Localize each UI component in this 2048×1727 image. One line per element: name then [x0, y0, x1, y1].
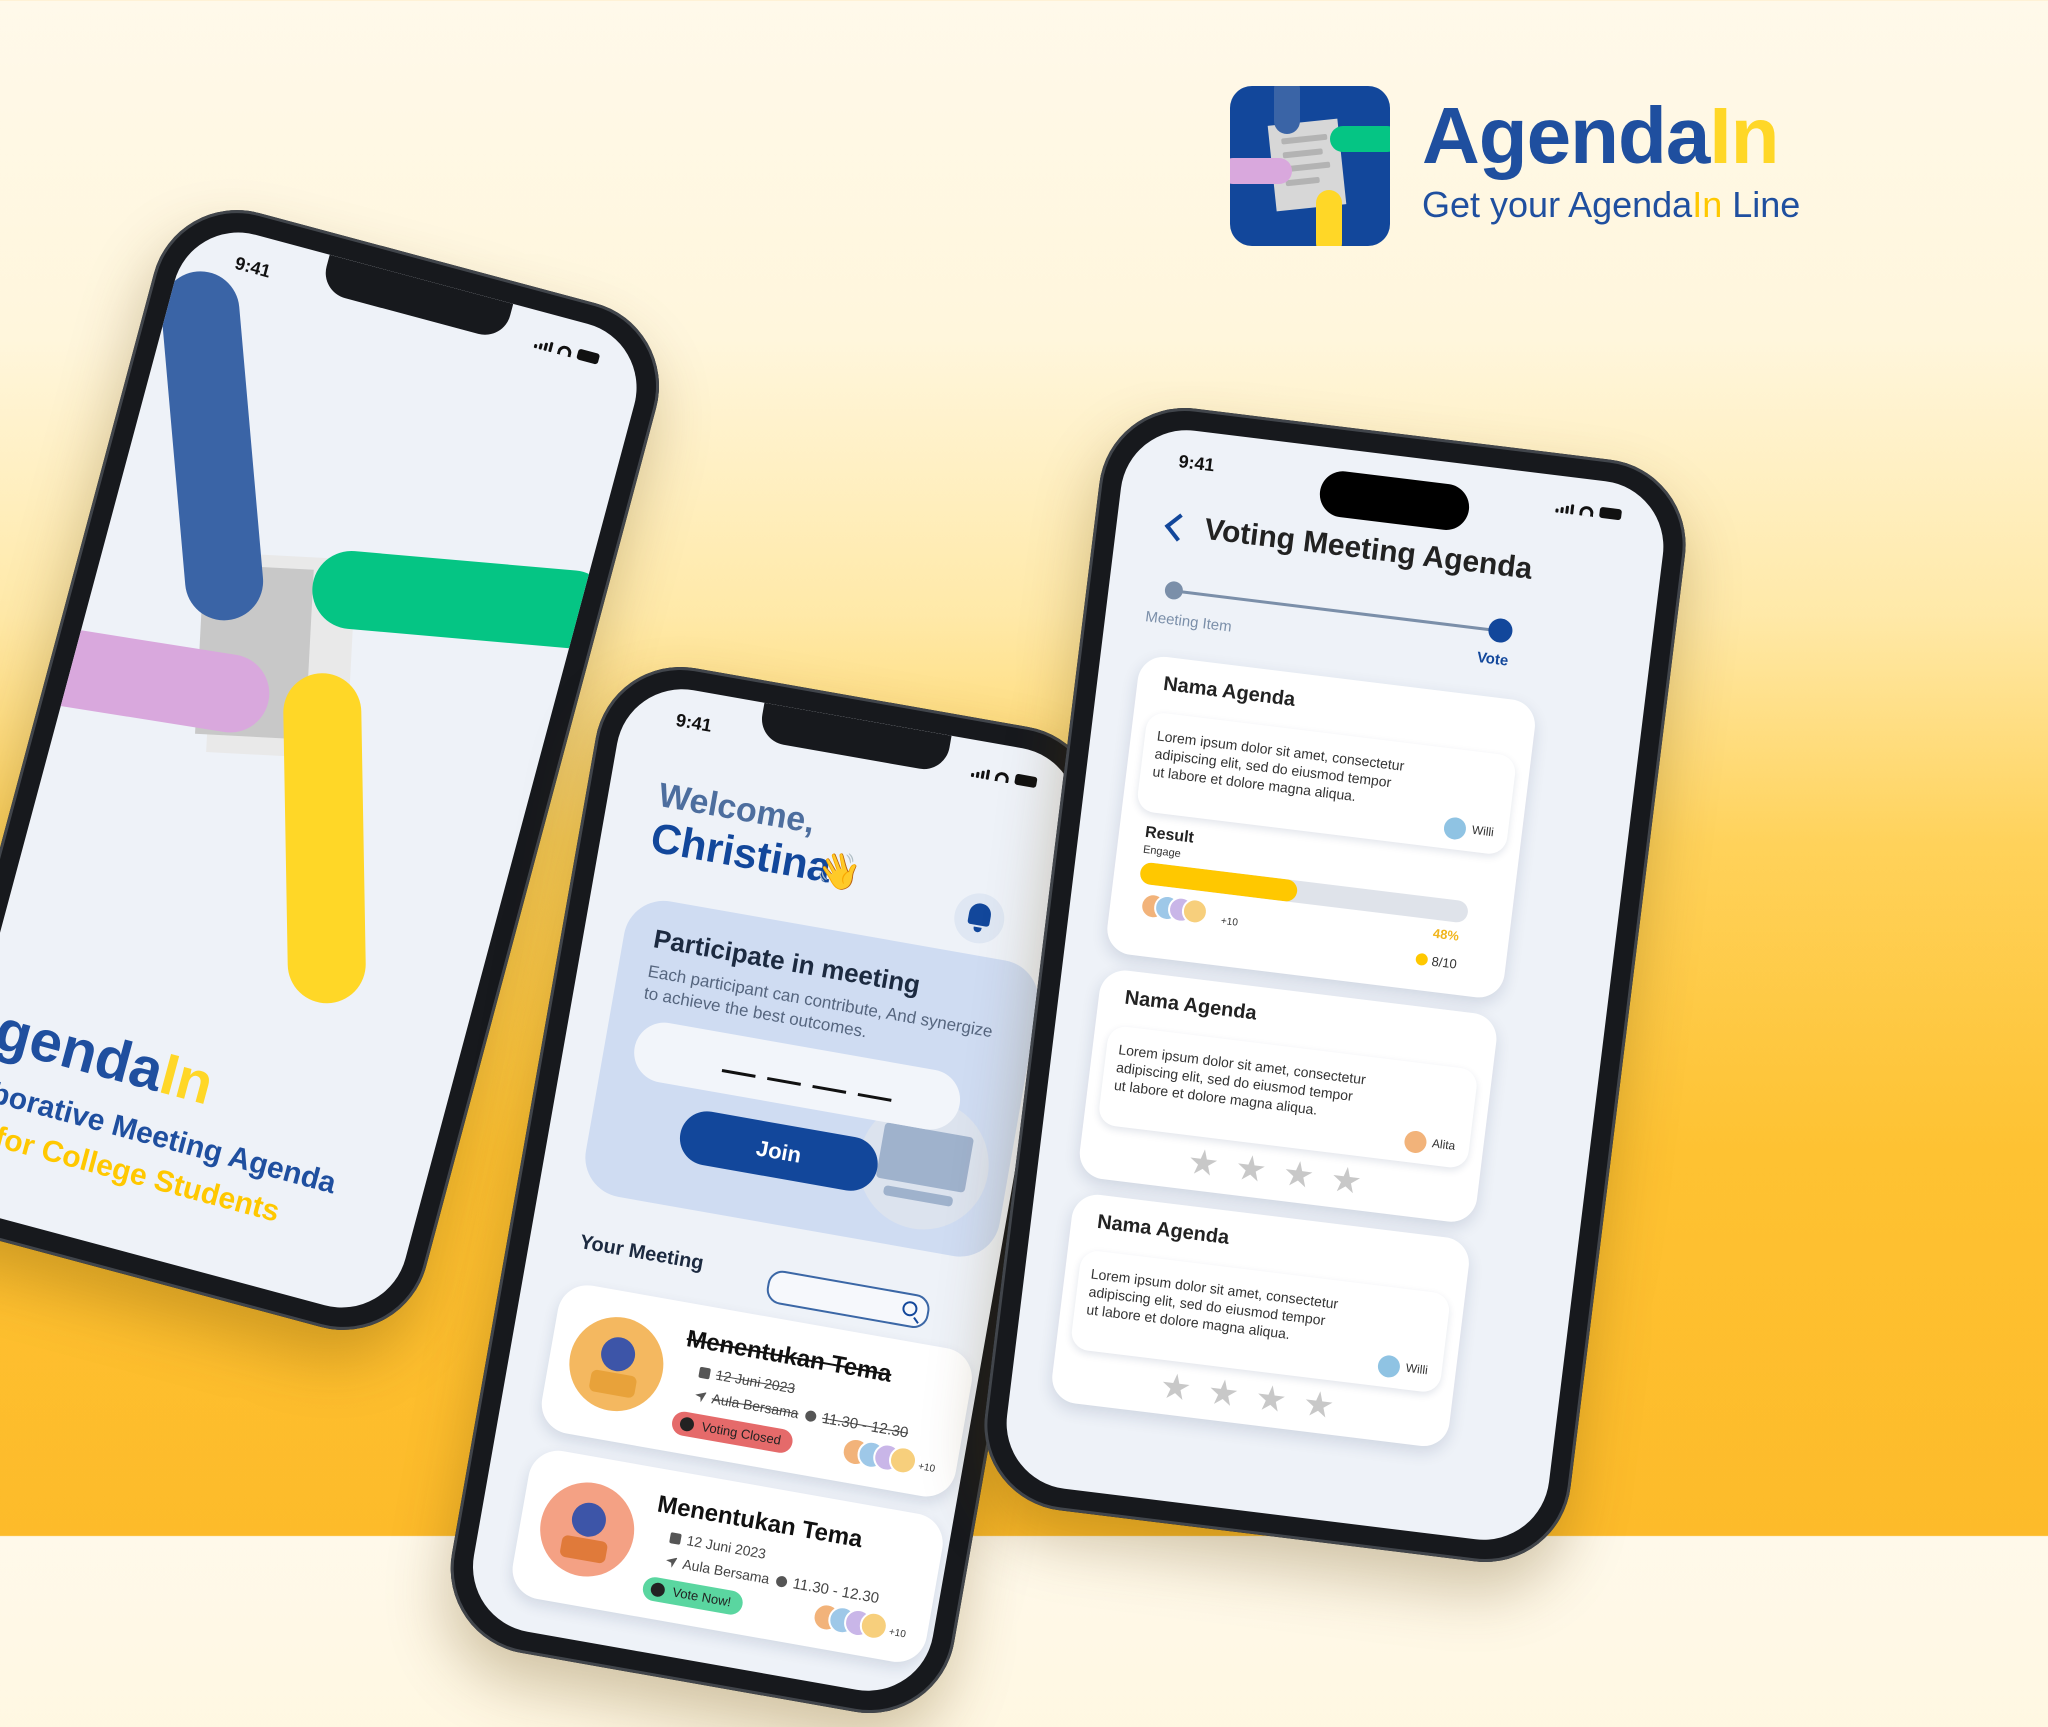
dynamic-island: [1317, 468, 1472, 533]
signal-icon: [970, 766, 991, 780]
clock-icon: [775, 1575, 788, 1588]
status-icons: [533, 337, 601, 365]
app-logo: [1230, 86, 1390, 246]
status-time: 9:41: [674, 709, 714, 736]
star-rating[interactable]: [1160, 1372, 1334, 1421]
brand-tagline: Get your AgendaIn Line: [1422, 184, 1801, 225]
agenda-card[interactable]: Nama Agenda Lorem ipsum dolor sit amet, …: [1049, 1191, 1472, 1450]
wifi-icon: [556, 343, 574, 358]
status-badge[interactable]: Vote Now!: [640, 1575, 745, 1617]
status-icons: [1555, 501, 1623, 521]
back-chevron-icon[interactable]: [1164, 513, 1193, 542]
star-icon[interactable]: [1303, 1390, 1334, 1421]
battery-icon: [1014, 773, 1038, 789]
home-screen: 9:41 Welcome, Christina 👋 Participate in…: [462, 678, 1088, 1702]
bell-icon: [967, 901, 993, 928]
wave-icon: 👋: [813, 846, 865, 895]
meeting-time: 11.30 - 12.30: [804, 1407, 910, 1442]
notch: [319, 254, 514, 341]
engage-label: Engage: [1142, 843, 1182, 861]
agenda-description: Lorem ipsum dolor sit amet, consectetur …: [1113, 1041, 1367, 1118]
signal-icon: [1555, 502, 1575, 515]
join-button[interactable]: Join: [675, 1107, 882, 1196]
agenda-author: Willi: [1376, 1354, 1429, 1382]
step-label-meeting-item: Meeting Item: [1144, 608, 1233, 636]
status-icons: [970, 766, 1038, 789]
participant-avatars: +10: [810, 1601, 907, 1643]
signal-icon: [533, 338, 554, 352]
agenda-description-box: Lorem ipsum dolor sit amet, consectetur …: [1097, 1024, 1479, 1170]
check-icon: [678, 1416, 696, 1433]
agenda-title: Nama Agenda: [1096, 1210, 1231, 1249]
meeting-time: 11.30 - 12.30: [775, 1572, 880, 1607]
calendar-icon: [669, 1532, 682, 1545]
vote-count: 8/10: [1415, 952, 1458, 972]
participant-avatars: +10: [839, 1435, 936, 1477]
check-icon: [1415, 952, 1429, 967]
agenda-description-box: Lorem ipsum dolor sit amet, consectetur …: [1069, 1249, 1452, 1394]
join-meeting-card: Participate in meeting Each participant …: [579, 894, 1045, 1263]
agenda-card[interactable]: Nama Agenda Lorem ipsum dolor sit amet, …: [1104, 653, 1538, 1001]
step-label-vote: Vote: [1475, 648, 1510, 670]
section-title-your-meeting: Your Meeting: [578, 1231, 706, 1275]
star-icon[interactable]: [1283, 1159, 1314, 1190]
battery-icon: [576, 348, 601, 365]
agenda-description: Lorem ipsum dolor sit amet, consectetur …: [1085, 1265, 1340, 1343]
star-icon[interactable]: [1160, 1372, 1191, 1403]
avatar: [1442, 816, 1468, 841]
agenda-author: Willi: [1442, 816, 1495, 844]
star-icon[interactable]: [1255, 1384, 1286, 1415]
notch: [757, 702, 952, 774]
status-time: 9:41: [232, 252, 273, 282]
battery-icon: [1598, 506, 1623, 521]
brand-header: AgendaIn Get your AgendaIn Line: [1230, 86, 1930, 246]
wifi-icon: [994, 770, 1010, 783]
step-dot-meeting-item: [1163, 580, 1184, 601]
star-icon[interactable]: [1208, 1378, 1239, 1409]
step-dot-vote: [1487, 617, 1514, 644]
status-time: 9:41: [1177, 451, 1216, 476]
agenda-title: Nama Agenda: [1123, 986, 1258, 1025]
voting-screen: 9:41 Voting Meeting Agenda Meeting Item …: [999, 422, 1671, 1548]
clock-icon: [804, 1409, 818, 1423]
wifi-icon: [1579, 504, 1595, 517]
avatar: [1376, 1354, 1402, 1379]
location-icon: [665, 1556, 678, 1569]
voter-avatars: [1138, 891, 1222, 928]
agenda-card[interactable]: Nama Agenda Lorem ipsum dolor sit amet, …: [1076, 967, 1500, 1225]
calendar-icon: [698, 1366, 712, 1380]
star-icon[interactable]: [1235, 1154, 1266, 1185]
agenda-title: Nama Agenda: [1162, 672, 1297, 711]
check-icon: [649, 1581, 666, 1598]
voter-more-count: +10: [1220, 915, 1239, 929]
meeting-illustration-avatar: [561, 1309, 671, 1419]
agenda-author: Alita: [1402, 1129, 1457, 1158]
location-icon: [694, 1390, 707, 1403]
star-rating[interactable]: [1188, 1148, 1362, 1197]
star-icon[interactable]: [1331, 1165, 1362, 1196]
search-icon: [901, 1300, 919, 1318]
agenda-description: Lorem ipsum dolor sit amet, consectetur …: [1151, 727, 1406, 805]
brand-name: AgendaIn: [1422, 91, 1779, 180]
phone-voting: 9:41 Voting Meeting Agenda Meeting Item …: [974, 398, 1696, 1572]
meeting-illustration-avatar: [532, 1475, 642, 1584]
star-icon[interactable]: [1188, 1148, 1219, 1179]
result-percent: 48%: [1432, 925, 1460, 944]
avatar: [1402, 1129, 1428, 1155]
notification-button[interactable]: [950, 889, 1009, 948]
page-title: Voting Meeting Agenda: [1202, 512, 1535, 586]
